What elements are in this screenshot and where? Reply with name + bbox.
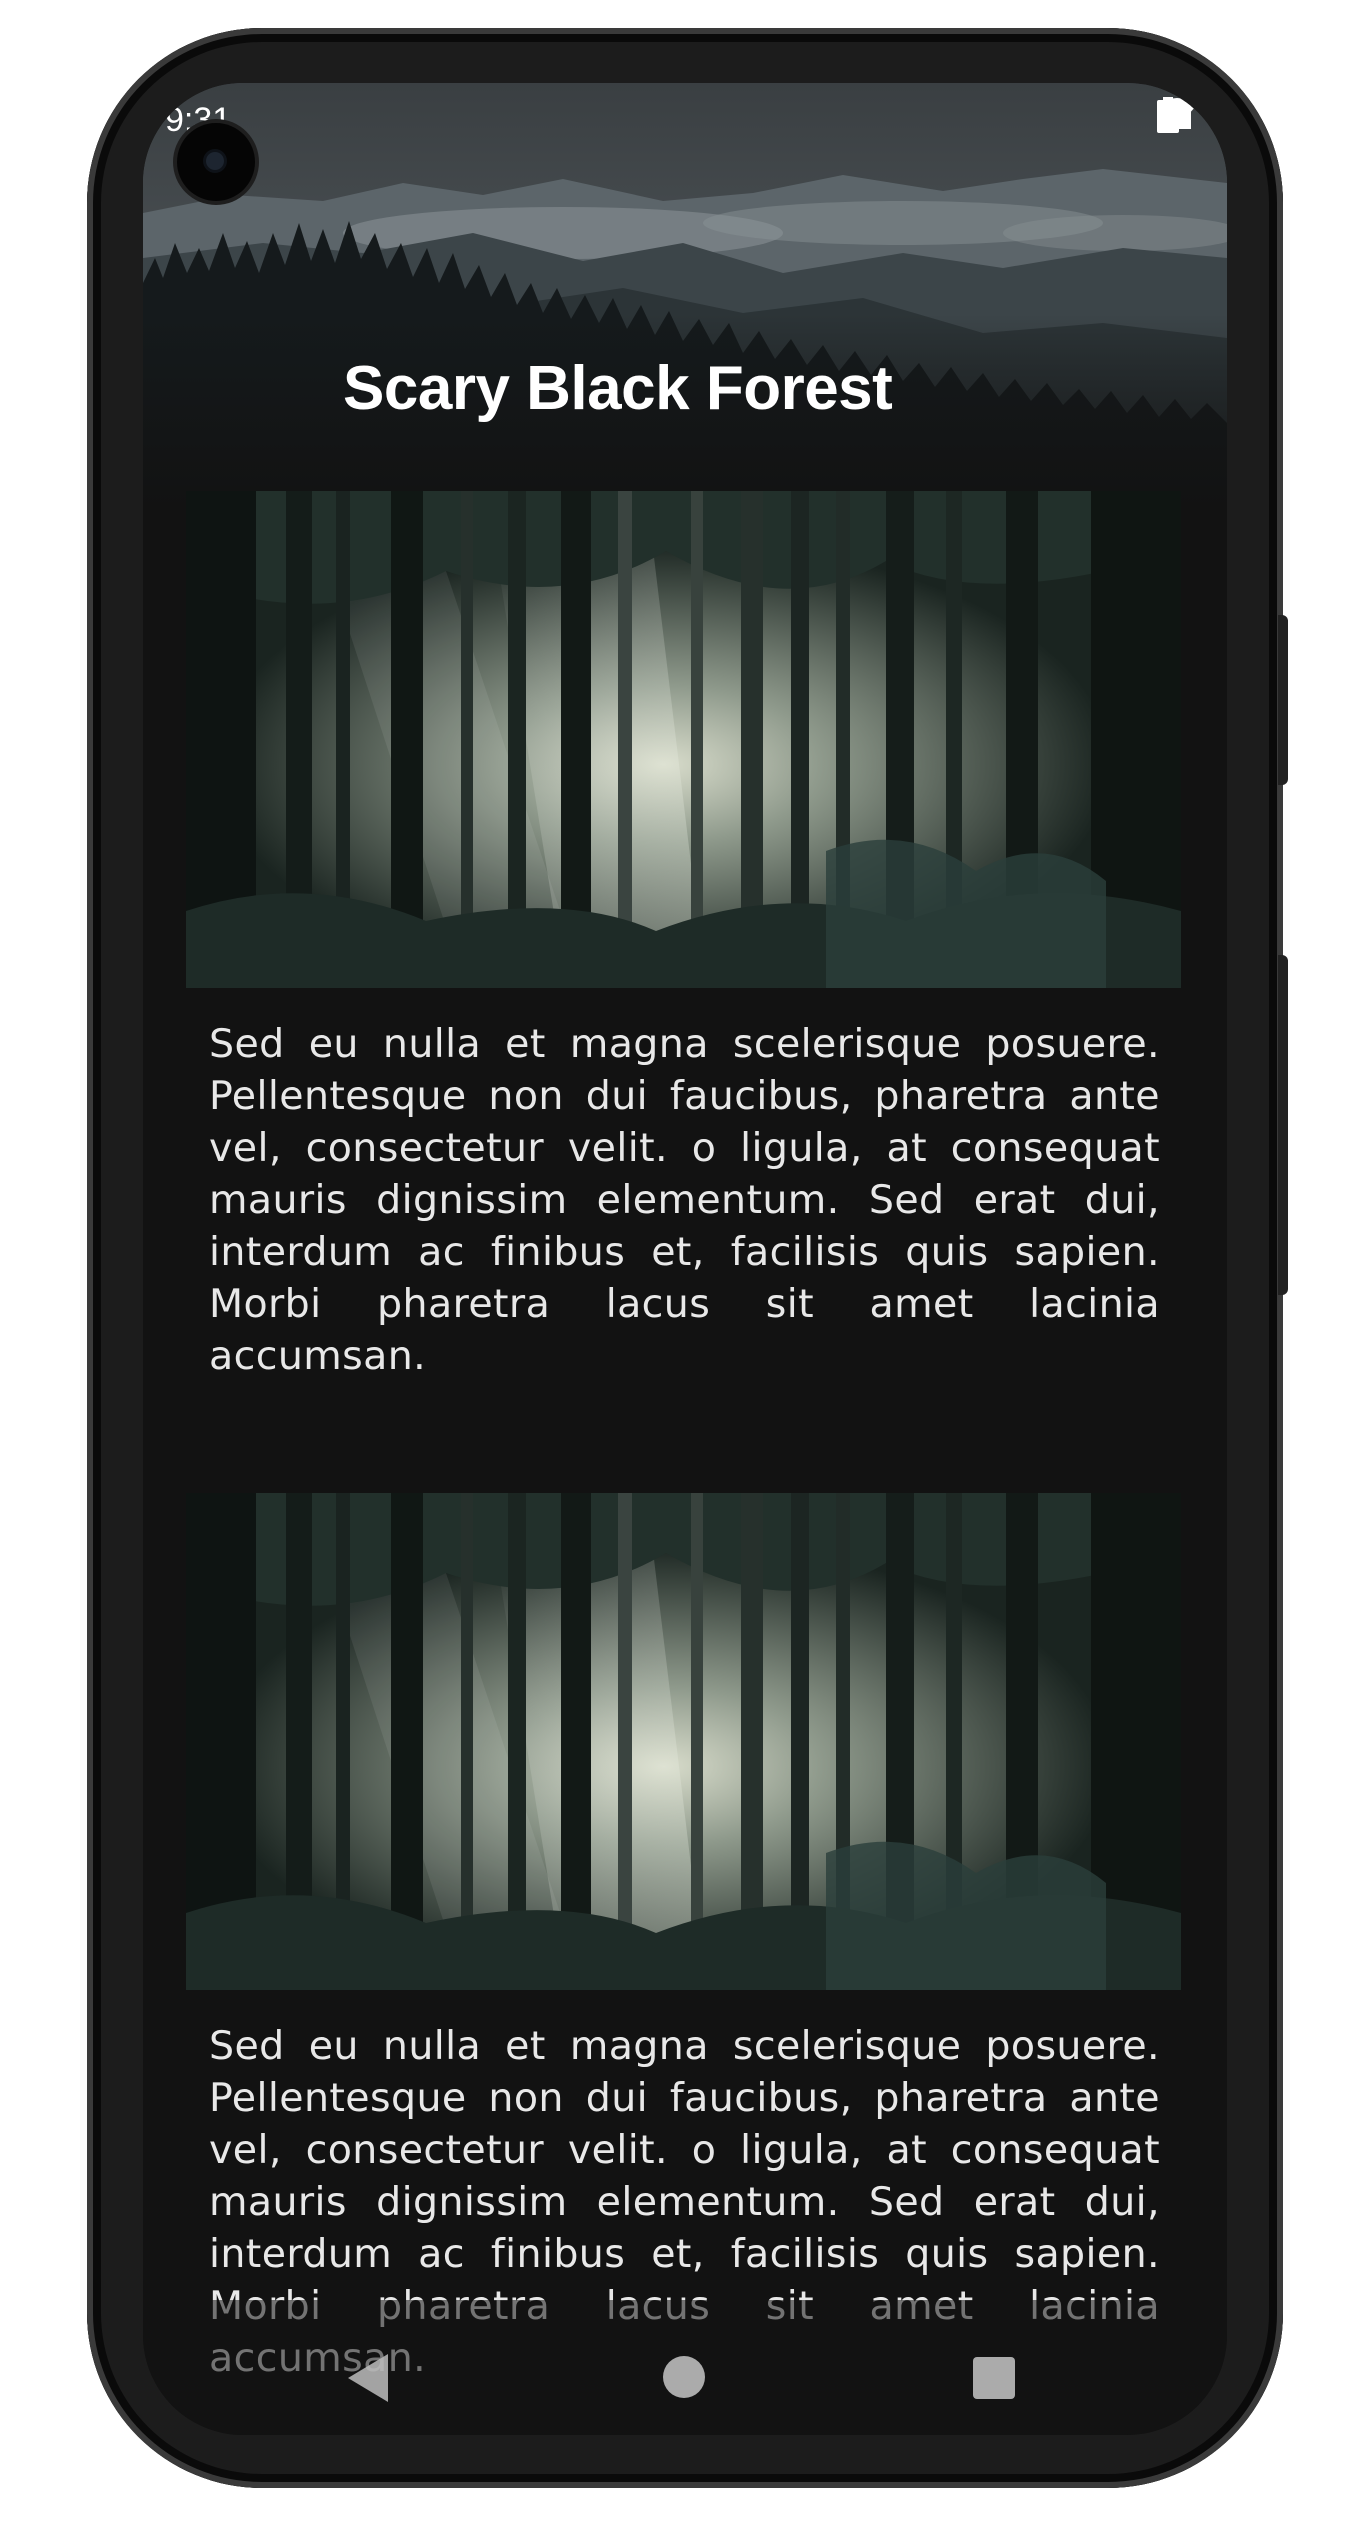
status-bar: 9:31	[143, 83, 1227, 153]
page-title: Scary Black Forest	[343, 354, 893, 423]
screen: 9:31 Scary Black Forest Sed eu nulla et …	[143, 83, 1227, 2435]
notification-icon	[147, 84, 167, 114]
front-camera	[177, 123, 255, 201]
forest-image	[186, 1493, 1181, 1990]
volume-button	[1278, 955, 1288, 1295]
scroll-content[interactable]: Sed eu nulla et magna scelerisque posuer…	[143, 83, 1227, 2435]
back-icon[interactable]	[348, 2354, 388, 2402]
navigation-bar	[143, 2300, 1227, 2435]
card-description: Sed eu nulla et magna scelerisque posuer…	[209, 1021, 1160, 1379]
forest-image	[186, 491, 1181, 988]
power-button	[1278, 615, 1288, 785]
forest-sunrays-photo	[186, 1493, 1181, 1990]
recents-icon[interactable]	[973, 2357, 1015, 2399]
battery-icon	[1157, 97, 1179, 133]
home-icon[interactable]	[663, 2356, 705, 2398]
forest-sunrays-photo	[186, 491, 1181, 988]
